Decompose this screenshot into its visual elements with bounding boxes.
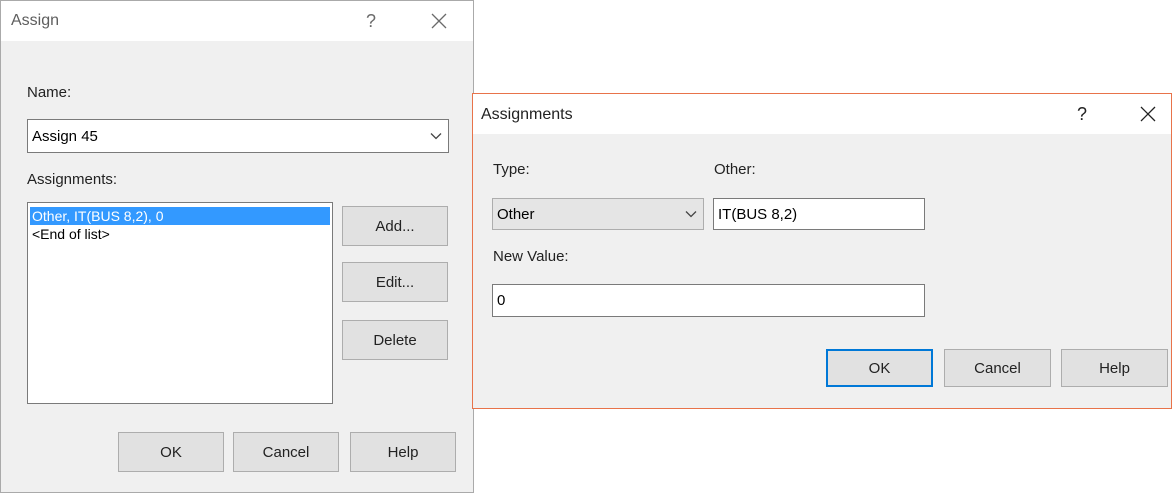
help-button[interactable]: Help: [350, 432, 456, 472]
assignments-label: Assignments:: [27, 171, 118, 188]
name-label: Name:: [27, 84, 72, 101]
cancel-button[interactable]: Cancel: [944, 349, 1051, 387]
name-combobox[interactable]: Assign 45: [27, 119, 449, 153]
other-input[interactable]: IT(BUS 8,2): [713, 198, 925, 230]
type-select[interactable]: Other: [492, 198, 704, 230]
help-button[interactable]: Help: [1061, 349, 1168, 387]
ok-button[interactable]: OK: [118, 432, 224, 472]
assign-dialog: Assign ? Name: Assign 45 Assignments: Ot…: [0, 0, 474, 493]
close-icon[interactable]: [1128, 94, 1168, 134]
close-icon[interactable]: [419, 1, 459, 41]
add-button[interactable]: Add...: [342, 206, 448, 246]
chevron-down-icon[interactable]: [430, 128, 442, 145]
chevron-down-icon[interactable]: [685, 206, 697, 223]
assignments-dialog: Assignments ? Type: Other Other: IT(BUS …: [472, 93, 1172, 409]
list-item[interactable]: Other, IT(BUS 8,2), 0: [30, 207, 330, 225]
ok-button[interactable]: OK: [826, 349, 933, 387]
assignments-listbox[interactable]: Other, IT(BUS 8,2), 0 <End of list>: [27, 202, 333, 404]
assign-title: Assign: [11, 12, 60, 29]
help-icon[interactable]: ?: [1062, 94, 1102, 134]
cancel-button[interactable]: Cancel: [233, 432, 339, 472]
assignments-title: Assignments: [481, 106, 573, 123]
list-item[interactable]: <End of list>: [30, 225, 330, 243]
delete-button[interactable]: Delete: [342, 320, 448, 360]
help-icon[interactable]: ?: [351, 1, 391, 41]
assignments-titlebar: Assignments ?: [473, 94, 1171, 134]
type-label: Type:: [493, 161, 530, 178]
name-value: Assign 45: [32, 127, 98, 145]
assign-titlebar: Assign ?: [1, 1, 473, 41]
type-value: Other: [497, 205, 535, 223]
new-value-label: New Value:: [493, 248, 569, 265]
new-value-input[interactable]: 0: [492, 284, 925, 317]
other-label: Other:: [714, 161, 756, 178]
edit-button[interactable]: Edit...: [342, 262, 448, 302]
